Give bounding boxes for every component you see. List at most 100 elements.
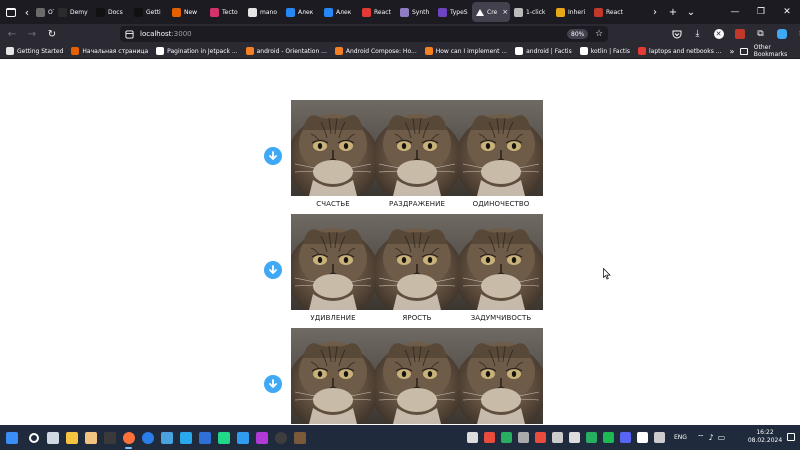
tray-app-icon[interactable]: [654, 432, 665, 443]
browser-tab[interactable]: Docs: [92, 2, 130, 22]
scroll-down-button[interactable]: [264, 147, 282, 165]
tray-app-icon[interactable]: [484, 432, 495, 443]
bookmark-item[interactable]: Начальная страница: [71, 47, 148, 55]
bookmark-item[interactable]: Android Compose: Ho...: [334, 47, 417, 55]
emotion-card[interactable]: ОДИНОЧЕСТВО: [459, 100, 543, 208]
back-button[interactable]: ←: [2, 24, 22, 44]
browser-tab[interactable]: New: [168, 2, 206, 22]
notifications-icon[interactable]: [787, 433, 795, 441]
close-tab-icon[interactable]: ×: [502, 8, 508, 16]
taskbar-rider-button[interactable]: [252, 425, 271, 450]
tray-app-icon[interactable]: [535, 432, 546, 443]
taskbar-terminal-button[interactable]: [100, 425, 119, 450]
extension-shield-icon[interactable]: [729, 24, 750, 44]
zoom-reset-button[interactable]: 80%: [567, 29, 589, 39]
taskbar-search-button[interactable]: [24, 425, 43, 450]
emotion-card[interactable]: СЧАСТЬЕ: [291, 100, 375, 208]
scroll-down-button[interactable]: [264, 375, 282, 393]
page-info-icon[interactable]: [122, 26, 136, 42]
tray-app-icon[interactable]: [501, 432, 512, 443]
tray-app-icon[interactable]: [586, 432, 597, 443]
browser-tab[interactable]: TypeS: [434, 2, 472, 22]
browser-tab[interactable]: Getti: [130, 2, 168, 22]
taskbar-minecraft-button[interactable]: [290, 425, 309, 450]
taskbar-firefox-button[interactable]: [119, 425, 138, 450]
emotion-card[interactable]: ЗАДУМЧИВОСТЬ: [459, 214, 543, 322]
taskbar-task-view-button[interactable]: [43, 425, 62, 450]
emotion-card[interactable]: ЯРОСТЬ: [375, 214, 459, 322]
taskbar-pycharm-button[interactable]: [214, 425, 233, 450]
explorer-icon: [65, 431, 78, 444]
new-tab-button[interactable]: +: [664, 0, 682, 24]
browser-tab[interactable]: mano: [244, 2, 282, 22]
volume-icon[interactable]: ♪: [708, 433, 713, 442]
bookmark-item[interactable]: laptops and netbooks ...: [638, 47, 721, 55]
wifi-icon[interactable]: ⌔: [697, 433, 705, 443]
scroll-tabs-left-button[interactable]: ‹: [22, 0, 32, 24]
emotion-card[interactable]: [375, 328, 459, 424]
browser-tab[interactable]: Cre ×: [472, 2, 510, 22]
input-language[interactable]: ENG: [674, 434, 687, 441]
tray-app-icon[interactable]: [637, 432, 648, 443]
tray-app-icon[interactable]: [467, 432, 478, 443]
close-window-button[interactable]: ✕: [774, 0, 800, 24]
tray-app-icon[interactable]: [518, 432, 529, 443]
scroll-tabs-right-button[interactable]: ›: [646, 0, 664, 24]
tray-app-icon[interactable]: [620, 432, 631, 443]
taskbar-start-button[interactable]: [2, 425, 21, 450]
pocket-icon[interactable]: [666, 24, 687, 44]
browser-tab[interactable]: React: [358, 2, 396, 22]
emotion-card[interactable]: [291, 328, 375, 424]
browser-tab[interactable]: Алек: [320, 2, 358, 22]
rider-icon: [255, 431, 268, 444]
bookmark-item[interactable]: android - Orientation ...: [245, 47, 327, 55]
browser-tab[interactable]: Inheri: [552, 2, 590, 22]
other-bookmarks-link[interactable]: Other Bookmarks: [754, 44, 794, 58]
taskbar-defender-button[interactable]: [195, 425, 214, 450]
forward-button[interactable]: →: [22, 24, 42, 44]
reload-button[interactable]: ↻: [42, 24, 62, 44]
bookmark-item[interactable]: Getting Started: [6, 47, 63, 55]
browser-tab[interactable]: React: [590, 2, 630, 22]
browser-tab[interactable]: Tecto: [206, 2, 244, 22]
taskbar-explorer-button[interactable]: [62, 425, 81, 450]
emotion-card[interactable]: РАЗДРАЖЕНИЕ: [375, 100, 459, 208]
browser-tab[interactable]: 1-click: [510, 2, 552, 22]
bookmark-item[interactable]: How can I implement ...: [424, 47, 507, 55]
tray-app-icon[interactable]: [569, 432, 580, 443]
bookmark-star-icon[interactable]: ☆: [592, 26, 606, 42]
menu-icon[interactable]: ≡: [792, 24, 800, 44]
tab-title: React: [606, 8, 623, 16]
browser-tab[interactable]: OT: [32, 2, 54, 22]
more-bookmarks-chevron-icon[interactable]: »: [729, 47, 734, 56]
minimize-button[interactable]: —: [722, 0, 748, 24]
taskbar-chrome-button[interactable]: [138, 425, 157, 450]
taskbar-telegram-button[interactable]: [176, 425, 195, 450]
taskbar-obs-button[interactable]: [271, 425, 290, 450]
downloads-icon[interactable]: ⤓: [687, 24, 708, 44]
browser-tab[interactable]: Алек: [282, 2, 320, 22]
taskbar-vscode-button[interactable]: [233, 425, 252, 450]
extension-blue-icon[interactable]: [771, 24, 792, 44]
taskbar-hand-button[interactable]: [81, 425, 100, 450]
battery-icon[interactable]: ▭: [718, 433, 726, 442]
restore-button[interactable]: ❐: [748, 0, 774, 24]
emotion-card[interactable]: УДИВЛЕНИЕ: [291, 214, 375, 322]
bookmark-item[interactable]: kotlin | Factis: [579, 47, 630, 55]
bookmark-item[interactable]: android | Factis: [515, 47, 572, 55]
bookmark-item[interactable]: Pagination in Jetpack ...: [156, 47, 238, 55]
browser-tab[interactable]: Synth: [396, 2, 434, 22]
taskbar-notepad-button[interactable]: [157, 425, 176, 450]
url-bar[interactable]: localhost:3000 80% ☆: [120, 26, 608, 42]
tray-app-icon[interactable]: [603, 432, 614, 443]
extension-x-icon[interactable]: ✕: [708, 24, 729, 44]
emotion-card[interactable]: [459, 328, 543, 424]
extensions-puzzle-icon[interactable]: ⧉: [750, 24, 771, 44]
browser-tab[interactable]: Demy: [54, 2, 92, 22]
tray-app-icon[interactable]: [552, 432, 563, 443]
clock[interactable]: 16:22 08.02.2024: [745, 429, 785, 445]
list-all-tabs-button[interactable]: [0, 0, 22, 24]
scroll-down-button[interactable]: [264, 261, 282, 279]
terminal-icon: [103, 431, 116, 444]
tab-list-dropdown-button[interactable]: ⌄: [682, 0, 700, 24]
